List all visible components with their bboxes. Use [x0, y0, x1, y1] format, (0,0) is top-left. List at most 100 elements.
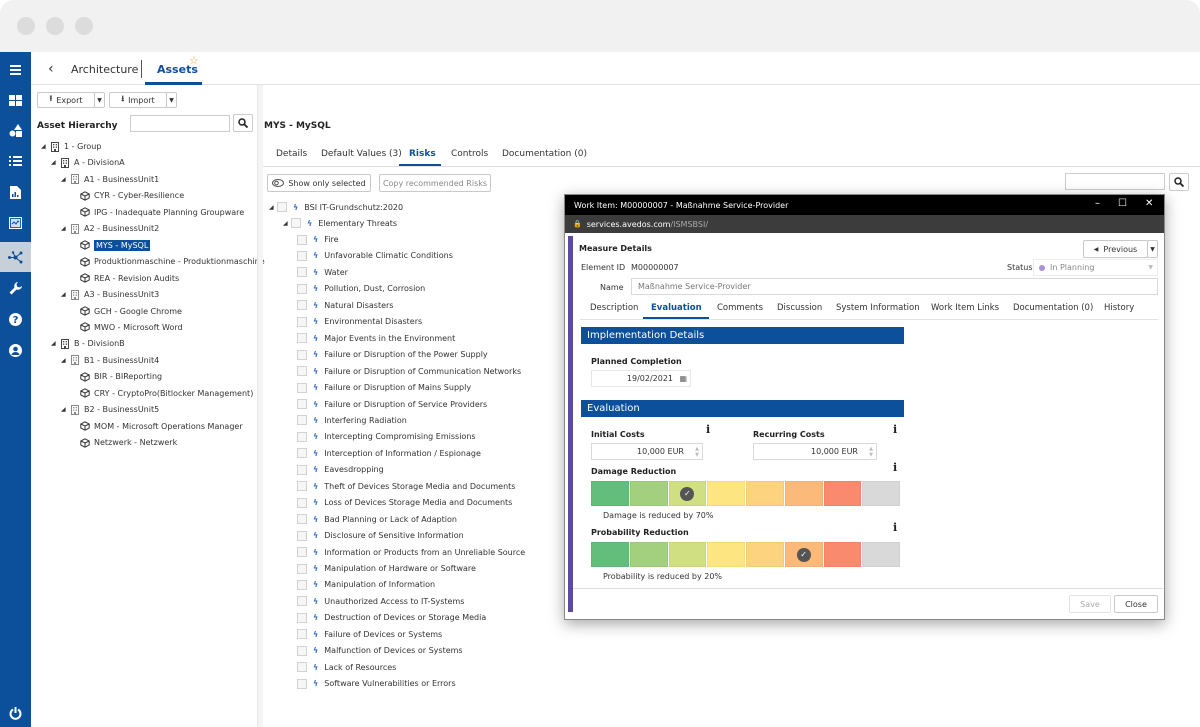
risk-checkbox[interactable]	[297, 283, 307, 294]
probability-scale-segment[interactable]	[591, 542, 629, 567]
tab-default-values[interactable]: Default Values (3)	[321, 149, 402, 159]
risk-row[interactable]: ϟ Interfering Radiation	[297, 413, 407, 427]
menu-icon[interactable]	[0, 56, 31, 84]
modal-tab-description[interactable]: Description	[590, 303, 638, 313]
tree-item[interactable]: REA - Revision Audits	[71, 271, 179, 286]
risk-row[interactable]: ϟ Destruction of Devices or Storage Media	[297, 611, 486, 625]
risk-row[interactable]: ϟ Information or Products from an Unrelia…	[297, 545, 525, 559]
damage-scale-segment[interactable]: ✓	[668, 481, 707, 506]
status-select[interactable]: In Planning ▼	[1033, 259, 1158, 276]
copy-recommended-risks-button[interactable]: Copy recommended Risks	[379, 174, 491, 192]
import-button[interactable]: ⭳ Import	[109, 92, 167, 108]
risk-row[interactable]: ϟ Environmental Disasters	[297, 315, 422, 329]
probability-scale-segment[interactable]	[746, 542, 784, 567]
risk-checkbox[interactable]	[297, 382, 307, 393]
probability-scale-segment[interactable]	[862, 542, 900, 567]
dashboard-icon[interactable]	[0, 86, 31, 114]
info-icon[interactable]: i	[893, 521, 897, 534]
user-icon[interactable]	[0, 336, 31, 364]
probability-scale-segment[interactable]: ✓	[784, 542, 823, 567]
risk-root-row[interactable]: ◢ ϟ BSI IT-Grundschutz:2020	[269, 200, 403, 214]
breadcrumb-architecture[interactable]: Architecture	[71, 63, 138, 76]
recurring-costs-input[interactable]: 10,000 EUR ▲ ▼	[753, 443, 877, 460]
tree-item[interactable]: ◢ B1 - BusinessUnit4	[61, 353, 159, 368]
modal-tab-system-information[interactable]: System Information	[836, 303, 920, 313]
risk-row[interactable]: ϟ Manipulation of Information	[297, 578, 435, 592]
risk-checkbox[interactable]	[297, 366, 307, 377]
tree-item[interactable]: ◢ A3 - BusinessUnit3	[61, 287, 159, 302]
export-button[interactable]: ⭱ Export	[37, 92, 95, 108]
risk-checkbox[interactable]	[297, 547, 307, 558]
tree-item[interactable]: MWO - Microsoft Word	[71, 320, 183, 335]
risk-row[interactable]: ϟ Loss of Devices Storage Media and Docum…	[297, 496, 512, 510]
monitor-icon[interactable]	[0, 209, 31, 237]
minimize-icon[interactable]: –	[1095, 198, 1100, 209]
risk-row[interactable]: ϟ Fire	[297, 233, 339, 247]
modal-tab-evaluation[interactable]: Evaluation	[651, 303, 702, 313]
hierarchy-search-input[interactable]	[130, 115, 230, 132]
tree-item[interactable]: IPG - Inadequate Planning Groupware	[71, 205, 244, 220]
tab-risks[interactable]: Risks	[409, 149, 436, 159]
modal-tab-discussion[interactable]: Discussion	[777, 303, 822, 313]
risk-row[interactable]: ϟ Manipulation of Hardware or Software	[297, 562, 476, 576]
risk-row[interactable]: ϟ Unfavorable Climatic Conditions	[297, 249, 453, 263]
tree-item[interactable]: ◢ A2 - BusinessUnit2	[61, 221, 159, 236]
expand-triangle-icon[interactable]: ◢	[51, 159, 59, 166]
modal-tab-history[interactable]: History	[1104, 303, 1134, 313]
previous-dropdown[interactable]: ▼	[1147, 240, 1158, 258]
damage-scale-segment[interactable]	[784, 481, 823, 506]
tree-item[interactable]: ◢ A - DivisionA	[51, 155, 125, 170]
risk-row[interactable]: ϟ Failure of Devices or Systems	[297, 627, 442, 641]
risk-row[interactable]: ϟ Theft of Devices Storage Media and Docu…	[297, 479, 515, 493]
risk-row[interactable]: ϟ Natural Disasters	[297, 298, 393, 312]
report-icon[interactable]	[0, 178, 31, 206]
expand-triangle-icon[interactable]: ◢	[61, 291, 69, 298]
tree-item[interactable]: ◢ A1 - BusinessUnit1	[61, 172, 159, 187]
expand-triangle-icon[interactable]: ◢	[283, 220, 291, 227]
hierarchy-search-button[interactable]	[233, 114, 253, 132]
risk-checkbox[interactable]	[297, 464, 307, 475]
damage-scale-segment[interactable]	[862, 481, 900, 506]
import-dropdown[interactable]: ▼	[166, 92, 177, 108]
risk-row[interactable]: ϟ Failure or Disruption of Service Provid…	[297, 397, 487, 411]
expand-triangle-icon[interactable]: ◢	[51, 340, 59, 347]
tree-item[interactable]: CRY - CryptoPro(Bitlocker Management)	[71, 386, 253, 401]
show-only-selected-button[interactable]: Show only selected	[267, 174, 371, 192]
risk-checkbox[interactable]	[297, 612, 307, 623]
risk-checkbox[interactable]	[297, 349, 307, 360]
damage-scale-segment[interactable]	[707, 481, 745, 506]
tree-item[interactable]: Produktionmaschine - Produktionmaschine	[71, 254, 265, 269]
tree-item[interactable]: MYS - MySQL	[71, 238, 151, 253]
export-dropdown[interactable]: ▼	[94, 92, 105, 108]
favorite-star-icon[interactable]: ☆	[189, 54, 199, 67]
expand-triangle-icon[interactable]: ◢	[61, 176, 69, 183]
risk-row[interactable]: ϟ Major Events in the Environment	[297, 331, 455, 345]
risk-checkbox[interactable]	[297, 316, 307, 327]
damage-scale-segment[interactable]	[629, 481, 668, 506]
save-button[interactable]: Save	[1069, 595, 1111, 613]
risk-checkbox[interactable]	[297, 448, 307, 459]
risk-checkbox[interactable]	[297, 678, 307, 689]
probability-scale-segment[interactable]	[668, 542, 707, 567]
tree-item[interactable]: GCH - Google Chrome	[71, 304, 182, 319]
risk-checkbox[interactable]	[297, 399, 307, 409]
tree-item[interactable]: ◢ 1 - Group	[41, 139, 101, 154]
risk-row[interactable]: ϟ Failure or Disruption of Mains Supply	[297, 381, 471, 395]
damage-scale-segment[interactable]	[823, 481, 862, 506]
network-icon[interactable]	[0, 242, 31, 272]
risk-checkbox[interactable]	[297, 629, 307, 640]
risk-row[interactable]: ϟ Unauthorized Access to IT-Systems	[297, 594, 464, 608]
previous-button[interactable]: ◀ Previous	[1083, 240, 1148, 258]
name-input[interactable]: Maßnahme Service-Provider	[631, 278, 1158, 295]
expand-triangle-icon[interactable]: ◢	[41, 143, 49, 150]
tree-item[interactable]: ◢ B - DivisionB	[51, 336, 125, 351]
expand-triangle-icon[interactable]: ◢	[61, 406, 69, 413]
window-close-dot[interactable]	[17, 17, 35, 35]
power-icon[interactable]	[0, 699, 31, 727]
tab-controls[interactable]: Controls	[451, 149, 488, 159]
initial-costs-input[interactable]: 10,000 EUR ▲ ▼	[591, 443, 703, 460]
risk-row[interactable]: ϟ Pollution, Dust, Corrosion	[297, 282, 425, 296]
modal-tab-work-item-links[interactable]: Work Item Links	[931, 303, 999, 313]
expand-triangle-icon[interactable]: ◢	[61, 357, 69, 364]
window-maximize-dot[interactable]	[75, 17, 93, 35]
